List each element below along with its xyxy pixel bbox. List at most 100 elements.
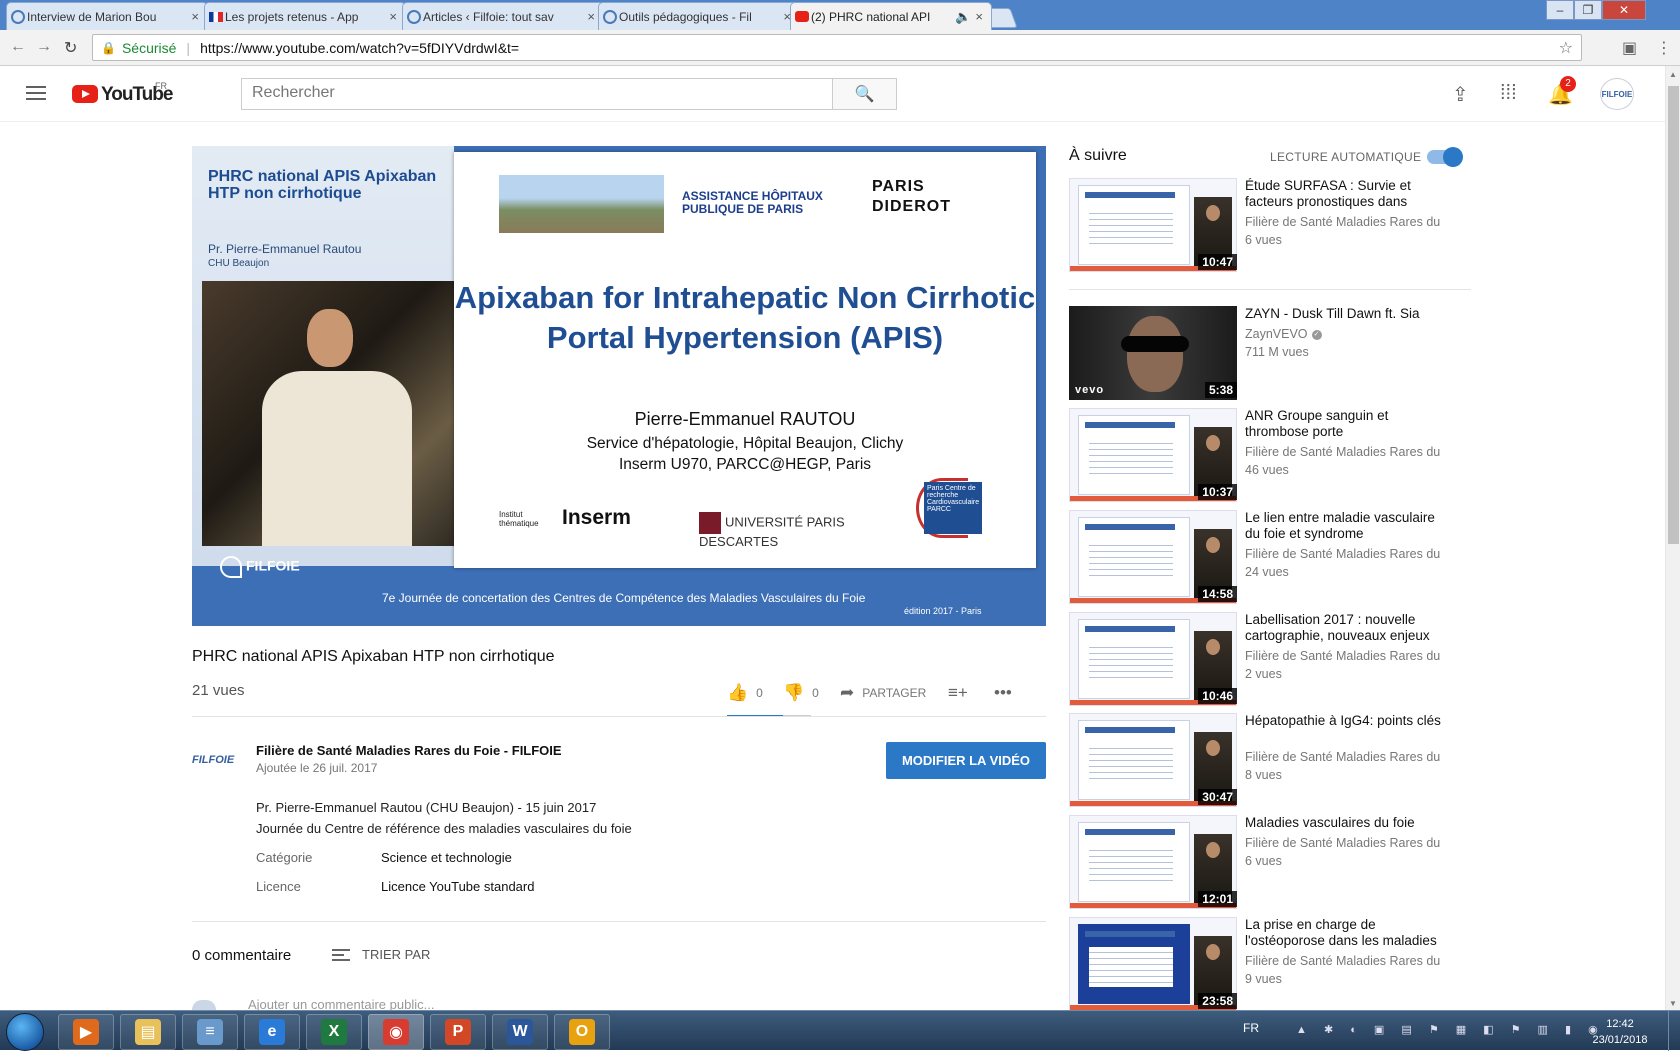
channel-name[interactable]: Filière de Santé Maladies Rares du Foie … (256, 743, 562, 758)
like-count: 0 (756, 686, 763, 700)
taskbar-app-button[interactable]: O (554, 1014, 610, 1050)
add-to-playlist-button[interactable]: ≡+ (948, 683, 976, 703)
page-scrollbar[interactable]: ▲ ▼ (1665, 66, 1680, 1010)
scroll-down-icon[interactable]: ▼ (1669, 999, 1677, 1008)
recommended-title[interactable]: ZAYN - Dusk Till Dawn ft. Sia (1245, 306, 1450, 322)
parcc-logo: Paris Centre de recherche Cardiovasculai… (924, 482, 982, 534)
recommended-video[interactable]: 14:58 Le lien entre maladie vasculaire du… (1069, 510, 1469, 606)
apps-grid-icon[interactable]: ⁞⁞⁞ (1500, 82, 1517, 105)
close-tab-icon[interactable]: × (587, 9, 595, 24)
presenter-org: CHU Beaujon (208, 258, 270, 269)
recommended-title[interactable]: La prise en charge de l'ostéoporose dans… (1245, 917, 1450, 949)
separator: | (186, 39, 191, 56)
browser-tab[interactable]: Articles ‹ Filfoie: tout sav × (402, 2, 604, 30)
autoplay-toggle[interactable] (1427, 147, 1463, 167)
close-tab-icon[interactable]: × (191, 9, 199, 24)
upload-icon[interactable]: ⇪ (1452, 82, 1469, 107)
recommended-video[interactable]: 10:37 ANR Groupe sanguin et thrombose por… (1069, 408, 1469, 504)
recommended-views: 8 vues (1245, 768, 1282, 782)
recommended-views: 24 vues (1245, 565, 1289, 579)
recommended-video[interactable]: 10:46 Labellisation 2017 : nouvelle carto… (1069, 612, 1469, 708)
address-bar[interactable]: 🔒 Sécurisé | https://www.youtube.com/wat… (92, 34, 1582, 61)
divider (192, 921, 1046, 922)
video-duration: 5:38 (1204, 382, 1237, 398)
sort-comments-button[interactable]: TRIER PAR (332, 947, 430, 962)
recommended-title[interactable]: ANR Groupe sanguin et thrombose porte (1245, 408, 1450, 440)
notepad-icon: ≡ (197, 1019, 223, 1045)
browser-tab[interactable]: Outils pédagogiques - Fil × (598, 2, 800, 30)
speaker-body (262, 371, 412, 546)
video-player[interactable]: PHRC national APIS Apixaban HTP non cirr… (192, 146, 1046, 626)
reload-icon[interactable]: ↻ (64, 38, 77, 58)
speaker-icon[interactable]: 🔈 (955, 9, 971, 25)
recommended-video[interactable]: 23:58 La prise en charge de l'ostéoporose… (1069, 917, 1469, 1013)
hamburger-menu-icon[interactable] (26, 86, 46, 100)
menu-dots-icon[interactable]: ⋮ (1656, 38, 1672, 58)
edit-video-button[interactable]: MODIFIER LA VIDÉO (886, 742, 1046, 779)
close-window-button[interactable]: ✕ (1602, 0, 1646, 20)
inserm-logo: Inserm (562, 506, 631, 529)
maximize-button[interactable]: ❐ (1574, 0, 1602, 20)
view-count: 21 vues (192, 682, 245, 699)
taskbar-app-button[interactable]: X (306, 1014, 362, 1050)
search-button[interactable]: 🔍 (832, 78, 897, 110)
share-button[interactable]: ➦ PARTAGER (840, 683, 926, 703)
back-icon[interactable]: ← (10, 38, 26, 56)
recommended-title[interactable]: Labellisation 2017 : nouvelle cartograph… (1245, 612, 1450, 644)
extension-icon[interactable]: ▣ (1622, 38, 1637, 58)
close-tab-icon[interactable]: × (975, 9, 983, 24)
taskbar-app-button[interactable]: W (492, 1014, 548, 1050)
recommended-video[interactable]: 12:01 Maladies vasculaires du foie Filière… (1069, 815, 1469, 911)
bookmark-star-icon[interactable]: ☆ (1559, 38, 1573, 58)
start-button[interactable] (6, 1013, 44, 1051)
recommended-title[interactable]: Maladies vasculaires du foie (1245, 815, 1450, 831)
category-value[interactable]: Science et technologie (381, 850, 512, 865)
clock-date: 23/01/2018 (1592, 1034, 1648, 1046)
close-tab-icon[interactable]: × (389, 9, 397, 24)
taskbar-app-button[interactable]: ▶ (58, 1014, 114, 1050)
recommended-channel: Filière de Santé Maladies Rares du (1245, 649, 1440, 663)
language-indicator[interactable]: FR (1243, 1021, 1259, 1035)
paris-diderot-logo: PARIS DIDEROT (872, 177, 951, 217)
filfoie-icon (407, 10, 421, 24)
outlook-icon: O (569, 1019, 595, 1045)
scrollbar-thumb[interactable] (1668, 86, 1679, 544)
thumbs-down-icon: 👎 (783, 683, 805, 702)
youtube-logo-icon[interactable] (72, 85, 98, 103)
recommended-video[interactable]: 30:47 Hépatopathie à IgG4: points clés Fil… (1069, 713, 1469, 809)
channel-avatar[interactable]: FILFOIE (192, 742, 240, 778)
like-button[interactable]: 👍 0 (727, 683, 763, 703)
recommended-title[interactable]: Le lien entre maladie vasculaire du foie… (1245, 510, 1450, 542)
recommended-title[interactable]: Étude SURFASA : Survie et facteurs prono… (1245, 178, 1450, 210)
recommended-video[interactable]: vevo 5:38 ZAYN - Dusk Till Dawn ft. Sia Zay… (1069, 306, 1469, 402)
taskbar-app-button[interactable]: ▤ (120, 1014, 176, 1050)
scroll-up-icon[interactable]: ▲ (1669, 70, 1677, 79)
show-desktop-button[interactable] (1668, 1011, 1680, 1051)
recommended-title[interactable]: Hépatopathie à IgG4: points clés (1245, 713, 1450, 729)
video-duration: 10:47 (1198, 254, 1237, 270)
system-tray-icons[interactable]: ▲ ✱ ◐ ▣ ▤ ⚑ ▦ ◧ ⚑ ▥ ▮ ◉ (1296, 1023, 1605, 1036)
taskbar-app-button[interactable]: e (244, 1014, 300, 1050)
dislike-button[interactable]: 👎 0 (783, 683, 819, 703)
taskbar-app-button[interactable]: P (430, 1014, 486, 1050)
minimize-button[interactable]: – (1546, 0, 1574, 20)
recommended-video[interactable]: 10:47 Étude SURFASA : Survie et facteurs … (1069, 178, 1469, 274)
youtube-icon (795, 11, 809, 22)
filfoie-icon (11, 10, 25, 24)
forward-icon[interactable]: → (36, 38, 52, 56)
taskbar-app-button[interactable]: ◉ (368, 1014, 424, 1050)
filfoie-brand: FILFOIE (220, 556, 300, 578)
account-avatar[interactable]: FILFOIE (1600, 78, 1634, 110)
browser-tab[interactable]: Les projets retenus - App × (204, 2, 406, 30)
taskbar-app-button[interactable]: ≡ (182, 1014, 238, 1050)
browser-tab[interactable]: Interview de Marion Bou × (6, 2, 208, 30)
divider (192, 716, 1046, 717)
search-input[interactable]: Rechercher (241, 78, 833, 110)
clock[interactable]: 12:42 23/01/2018 (1590, 1016, 1650, 1048)
powerpoint-icon: P (445, 1019, 471, 1045)
media-player-icon: ▶ (73, 1019, 99, 1045)
player-footer-edition: édition 2017 - Paris (904, 606, 982, 616)
browser-tab-active[interactable]: (2) PHRC national API 🔈 × (790, 2, 992, 30)
presentation-slide: ASSISTANCE HÔPITAUX PUBLIQUE DE PARIS PA… (454, 152, 1036, 568)
more-actions-button[interactable]: ••• (994, 683, 1020, 703)
